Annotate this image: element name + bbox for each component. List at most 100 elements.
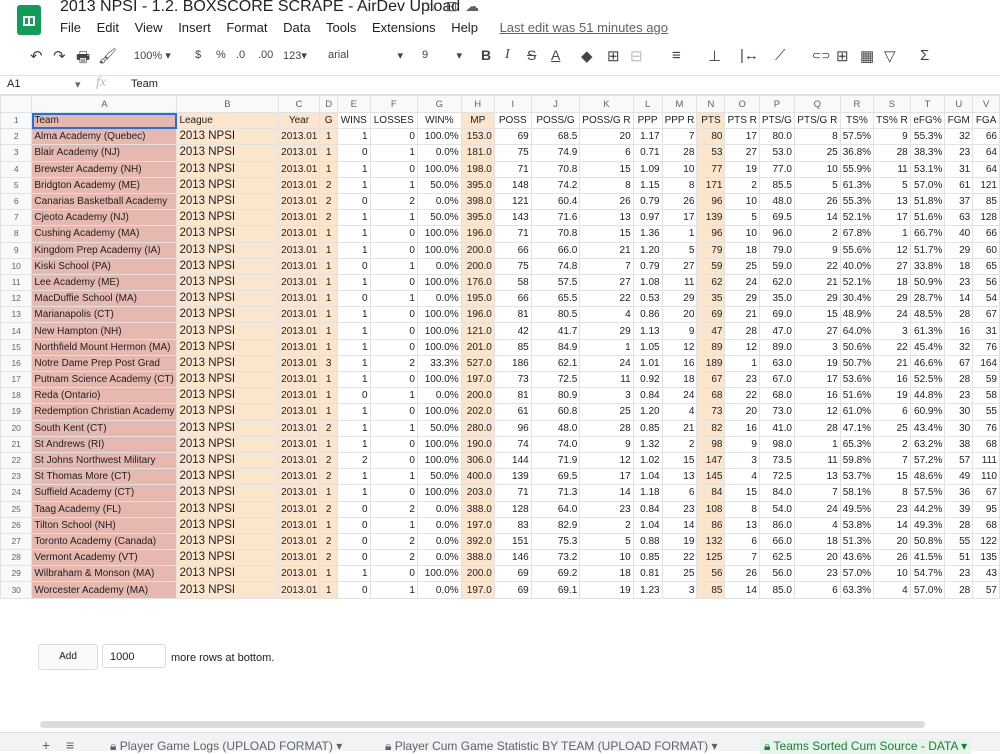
cell-win[interactable]: 50.0% [416, 468, 462, 486]
row-header[interactable]: 3 [0, 144, 33, 162]
cell-poss-g-r[interactable]: 2 [579, 516, 634, 534]
cell-win[interactable]: 100.0% [416, 241, 462, 259]
cell-ppp-r[interactable]: 18 [661, 370, 698, 389]
cell-g[interactable]: 2 [319, 419, 338, 437]
cell-losses[interactable]: 1 [369, 419, 418, 437]
cell-efg[interactable]: 57.5% [909, 484, 946, 502]
cell-pts-r[interactable]: 8 [724, 500, 760, 518]
cell-losses[interactable]: 0 [369, 565, 418, 583]
cell-mp[interactable]: 280.0 [460, 419, 495, 437]
cell-mp[interactable]: 201.0 [460, 338, 495, 356]
horizontal-align-icon[interactable]: ≡ [672, 47, 681, 64]
menu-data[interactable]: Data [283, 20, 310, 35]
cell-fgm[interactable]: 55 [944, 532, 974, 551]
cell-team[interactable]: Notre Dame Prep Post Grad [31, 354, 178, 373]
header-cell-ppp[interactable]: PPP [632, 111, 663, 130]
cell-pts-g[interactable]: 53.0 [758, 144, 795, 162]
cell-fgm[interactable]: 49 [944, 468, 974, 486]
undo-icon[interactable]: ↶ [30, 47, 43, 65]
cell-pts-g-r[interactable]: 26 [793, 192, 841, 211]
cell-g[interactable]: 1 [319, 128, 338, 146]
cell-ppp[interactable]: 0.85 [632, 549, 663, 567]
cell-fgm[interactable]: 38 [944, 435, 974, 453]
cell-mp[interactable]: 190.0 [460, 435, 495, 453]
cell-pts[interactable]: 85 [696, 581, 726, 599]
cell-ppp-r[interactable]: 10 [661, 160, 698, 178]
cell-wins[interactable]: 1 [337, 565, 371, 583]
cell-wins[interactable]: 1 [337, 468, 371, 486]
cell-ts-r[interactable]: 13 [873, 192, 911, 211]
cell-wins[interactable]: 0 [337, 192, 371, 211]
cell-g[interactable]: 2 [319, 192, 338, 211]
cell-efg[interactable]: 54.7% [909, 565, 946, 583]
cell-ts[interactable]: 51.3% [839, 532, 875, 551]
cell-ppp[interactable]: 1.05 [632, 338, 663, 356]
column-header-n[interactable]: N [696, 95, 726, 113]
cell-ppp-r[interactable]: 20 [661, 306, 698, 324]
cell-ppp[interactable]: 1.18 [632, 484, 663, 502]
cell-wins[interactable]: 1 [337, 176, 371, 194]
cell-pts-g[interactable]: 67.0 [758, 370, 795, 389]
cell-pts-g-r[interactable]: 14 [793, 209, 841, 227]
header-cell-poss-g[interactable]: POSS/G [530, 111, 581, 130]
cell-mp[interactable]: 527.0 [460, 354, 495, 373]
cell-pts[interactable]: 69 [696, 306, 726, 324]
cell-mp[interactable]: 176.0 [460, 273, 495, 292]
cell-g[interactable]: 1 [319, 338, 338, 356]
cell-win[interactable]: 100.0% [416, 306, 462, 324]
cell-wins[interactable]: 1 [337, 273, 371, 292]
cell-wins[interactable]: 1 [337, 419, 371, 437]
cell-efg[interactable]: 45.4% [909, 338, 946, 356]
cell-g[interactable]: 1 [319, 322, 338, 340]
menu-help[interactable]: Help [451, 20, 478, 35]
cell-league[interactable]: 2013 NPSI [176, 290, 279, 308]
cell-efg[interactable]: 28.7% [909, 290, 946, 308]
cell-team[interactable]: Marianapolis (CT) [31, 306, 178, 324]
cell-league[interactable]: 2013 NPSI [176, 581, 279, 599]
cell-pts-g-r[interactable]: 7 [793, 484, 841, 502]
cell-league[interactable]: 2013 NPSI [176, 257, 279, 275]
cell-poss-g[interactable]: 60.8 [530, 403, 581, 421]
cell-fga[interactable]: 128 [972, 209, 1000, 227]
cell-pts-g-r[interactable]: 8 [793, 128, 841, 146]
cell-ts-r[interactable]: 2 [873, 435, 911, 453]
cell-efg[interactable]: 57.2% [909, 451, 946, 470]
cell-ppp[interactable]: 1.01 [632, 354, 663, 373]
formula-input[interactable]: Team [131, 78, 158, 90]
cell-wins[interactable]: 1 [337, 370, 371, 389]
functions-icon[interactable]: Σ [920, 47, 929, 64]
cell-pts-g[interactable]: 48.0 [758, 192, 795, 211]
cell-league[interactable]: 2013 NPSI [176, 225, 279, 243]
cell-ppp[interactable]: 1.20 [632, 403, 663, 421]
cell-pts-g-r[interactable]: 2 [793, 225, 841, 243]
cell-ppp-r[interactable]: 29 [661, 290, 698, 308]
cell-poss[interactable]: 143 [493, 209, 532, 227]
cell-pts-r[interactable]: 23 [724, 370, 760, 389]
cell-ts[interactable]: 55.9% [839, 160, 875, 178]
cell-mp[interactable]: 306.0 [460, 451, 495, 470]
cell-mp[interactable]: 392.0 [460, 532, 495, 551]
cell-ts-r[interactable]: 21 [873, 354, 911, 373]
cell-pts-r[interactable]: 17 [724, 128, 760, 146]
cell-team[interactable]: Kiski School (PA) [31, 257, 178, 275]
cell-pts-g-r[interactable]: 16 [793, 387, 841, 405]
row-header[interactable]: 8 [0, 225, 33, 243]
cell-pts-g[interactable]: 86.0 [758, 516, 795, 534]
header-cell-ts-r[interactable]: TS% R [873, 111, 911, 130]
cell-year[interactable]: 2013.01 [277, 500, 321, 518]
cell-fgm[interactable]: 37 [944, 192, 974, 211]
cell-pts[interactable]: 108 [696, 500, 726, 518]
cell-mp[interactable]: 200.0 [460, 241, 495, 259]
cell-ppp[interactable]: 1.17 [632, 128, 663, 146]
cell-pts-r[interactable]: 29 [724, 290, 760, 308]
cell-wins[interactable]: 1 [337, 160, 371, 178]
cell-ts[interactable]: 53.6% [839, 370, 875, 389]
cell-g[interactable]: 1 [319, 241, 338, 259]
cell-ts[interactable]: 36.8% [839, 144, 875, 162]
cell-pts-g-r[interactable]: 21 [793, 273, 841, 292]
cell-win[interactable]: 0.0% [416, 516, 462, 534]
column-header-p[interactable]: P [758, 95, 795, 113]
row-header[interactable]: 20 [0, 419, 33, 437]
cell-mp[interactable]: 200.0 [460, 387, 495, 405]
cell-ts-r[interactable]: 22 [873, 338, 911, 356]
